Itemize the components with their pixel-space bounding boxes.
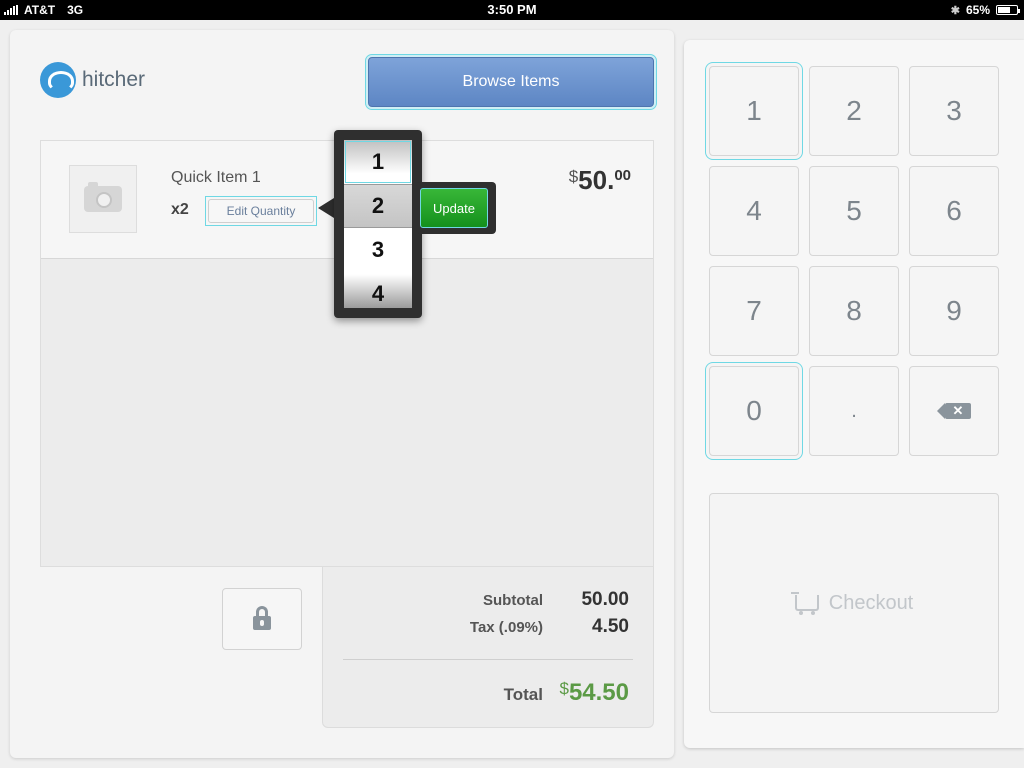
key-1[interactable]: 1 xyxy=(709,66,799,156)
subtotal-row: Subtotal 50.00 xyxy=(423,589,629,611)
status-bar: AT&T 3G 3:50 PM ✱ 65% xyxy=(0,0,1024,20)
lock-button[interactable] xyxy=(222,588,302,650)
logo: hitcher xyxy=(40,62,145,98)
backspace-key[interactable]: ✕ xyxy=(909,366,999,456)
lock-icon xyxy=(253,606,271,630)
update-popover: Update xyxy=(416,182,496,234)
status-right: ✱ 65% xyxy=(950,3,1020,17)
total-currency: $ xyxy=(559,679,569,698)
picker-option-selected[interactable]: 2 xyxy=(344,184,412,228)
logo-text: hitcher xyxy=(82,68,146,91)
picker-option[interactable]: 3 xyxy=(344,228,412,272)
battery-label: 65% xyxy=(965,3,990,17)
key-7[interactable]: 7 xyxy=(709,266,799,356)
price-cents: 00 xyxy=(614,167,631,184)
tax-row: Tax (.09%) 4.50 xyxy=(423,616,629,638)
tax-value: 4.50 xyxy=(592,616,629,637)
total-value: $54.50 xyxy=(543,679,629,707)
key-3[interactable]: 3 xyxy=(909,66,999,156)
checkout-label: Checkout xyxy=(828,591,914,614)
edit-quantity-button[interactable]: Edit Quantity xyxy=(205,196,317,226)
total-row: Total $54.50 xyxy=(423,679,629,707)
picker-option[interactable]: 1 xyxy=(345,141,411,183)
browse-items-button[interactable]: Browse Items xyxy=(365,54,657,110)
tax-label: Tax (.09%) xyxy=(469,619,543,636)
cart-icon xyxy=(790,592,819,615)
key-8[interactable]: 8 xyxy=(809,266,899,356)
item-price: $50.00 xyxy=(569,165,631,196)
subtotal-label: Subtotal xyxy=(483,592,543,609)
battery-icon xyxy=(996,5,1020,15)
item-thumbnail xyxy=(69,165,137,233)
price-whole: 50. xyxy=(578,165,615,195)
checkout-button[interactable]: Checkout xyxy=(709,493,999,713)
subtotal-value: 50.00 xyxy=(581,589,629,610)
picker-wheel[interactable]: 1 2 3 4 xyxy=(344,140,412,308)
total-label: Total xyxy=(503,685,543,704)
item-quantity: x2 xyxy=(171,201,189,218)
key-4[interactable]: 4 xyxy=(709,166,799,256)
totals-panel: Subtotal 50.00 Tax (.09%) 4.50 Total $54… xyxy=(322,567,654,728)
totals-divider xyxy=(343,659,633,660)
key-5[interactable]: 5 xyxy=(809,166,899,256)
quantity-picker[interactable]: 1 2 3 4 xyxy=(334,130,422,318)
bluetooth-icon: ✱ xyxy=(950,4,960,17)
backspace-icon: ✕ xyxy=(937,403,971,419)
total-amount: 54.50 xyxy=(568,679,629,706)
update-button[interactable]: Update xyxy=(420,188,488,228)
key-9[interactable]: 9 xyxy=(909,266,999,356)
edit-quantity-label: Edit Quantity xyxy=(208,199,314,223)
key-2[interactable]: 2 xyxy=(809,66,899,156)
key-decimal[interactable]: . xyxy=(809,366,899,456)
item-name: Quick Item 1 xyxy=(171,169,261,186)
key-6[interactable]: 6 xyxy=(909,166,999,256)
key-0[interactable]: 0 xyxy=(709,366,799,456)
picker-pointer xyxy=(318,198,334,218)
camera-icon xyxy=(84,182,122,212)
clock: 3:50 PM xyxy=(487,2,537,17)
hitcher-logo-icon xyxy=(40,62,76,98)
picker-option[interactable]: 4 xyxy=(344,272,412,308)
price-currency: $ xyxy=(568,167,579,186)
